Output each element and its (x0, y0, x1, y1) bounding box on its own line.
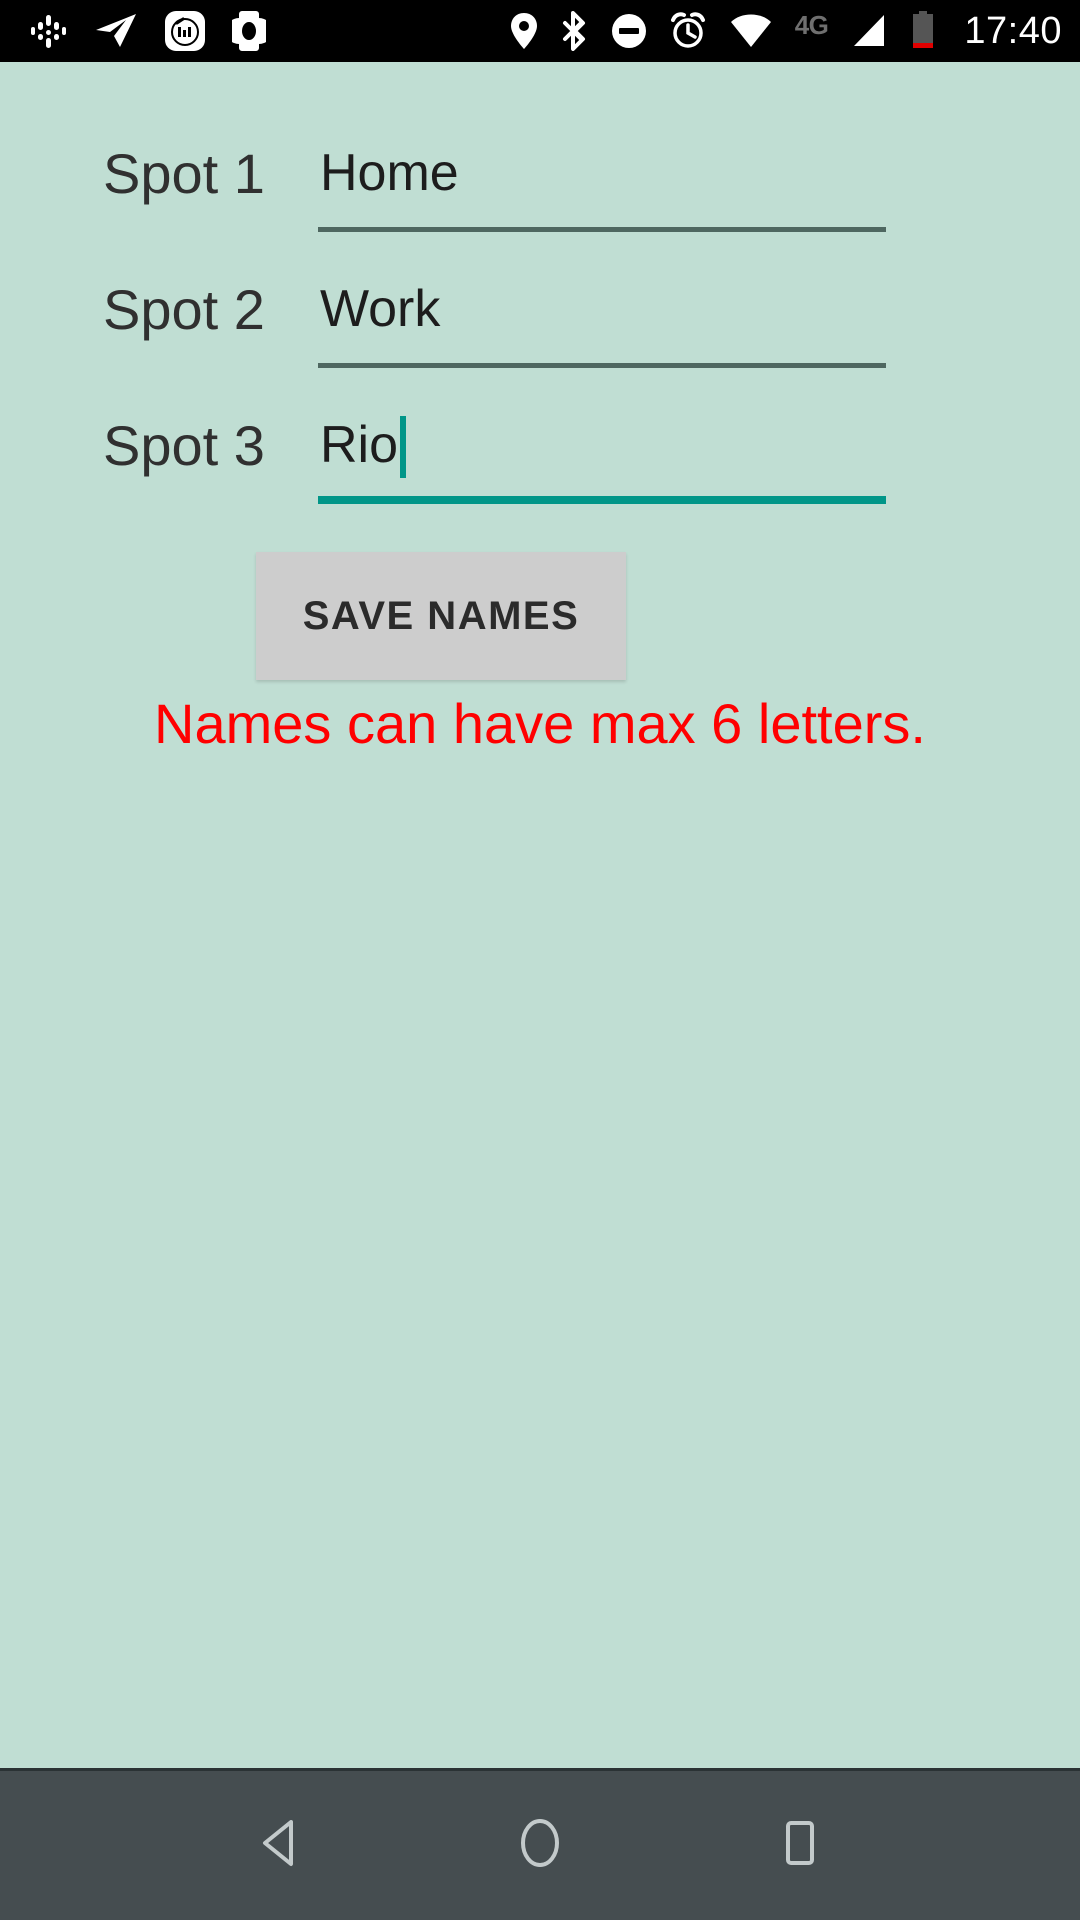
error-message: Names can have max 6 letters. (154, 692, 926, 755)
mi-band-icon (226, 10, 272, 52)
location-icon (509, 11, 539, 51)
home-circle-icon (509, 1812, 571, 1879)
bluetooth-icon (561, 11, 589, 51)
form-row-spot-3: Spot 3 Rio (0, 412, 1080, 504)
spot-2-value[interactable]: Work (320, 276, 440, 342)
spot-3-label: Spot 3 (103, 414, 265, 477)
battery-low-icon (910, 11, 936, 51)
back-button[interactable] (220, 1786, 340, 1906)
spot-2-underline (318, 363, 886, 368)
status-bar-notifications (28, 10, 272, 52)
phone-screen: 4G 17:40 Spot 1 Home Spot 2 Work Spot 3 … (0, 0, 1080, 1920)
spot-3-field[interactable]: Rio (318, 412, 886, 504)
spot-1-underline (318, 227, 886, 232)
spot-3-underline (318, 496, 886, 504)
home-button[interactable] (480, 1786, 600, 1906)
spot-1-label: Spot 1 (103, 142, 265, 205)
status-bar-clock: 17:40 (964, 10, 1062, 52)
text-caret (400, 416, 407, 478)
spot-1-field[interactable]: Home (318, 140, 886, 232)
status-bar: 4G 17:40 (0, 0, 1080, 62)
spot-3-value-wrapper[interactable]: Rio (320, 412, 407, 478)
mi-fit-icon (164, 10, 206, 52)
spot-2-field[interactable]: Work (318, 276, 886, 368)
spot-1-value[interactable]: Home (320, 140, 459, 206)
main-content: Spot 1 Home Spot 2 Work Spot 3 Rio SAVE … (0, 62, 1080, 1768)
save-names-button[interactable]: SAVE NAMES (256, 552, 626, 680)
spot-2-label: Spot 2 (103, 278, 265, 341)
network-type-label: 4G (794, 10, 829, 40)
form-row-spot-2: Spot 2 Work (0, 276, 1080, 368)
recents-button[interactable] (740, 1786, 860, 1906)
android-navigation-bar (0, 1768, 1080, 1920)
status-bar-system: 4G 17:40 (509, 11, 1062, 51)
form-row-spot-1: Spot 1 Home (0, 140, 1080, 232)
podcast-icon (28, 11, 68, 51)
back-triangle-icon (249, 1812, 311, 1879)
recents-square-icon (769, 1812, 831, 1879)
telegram-icon (94, 11, 138, 51)
spot-3-value[interactable]: Rio (320, 412, 398, 478)
save-names-button-label: SAVE NAMES (302, 593, 580, 638)
cellular-signal-icon (850, 13, 888, 49)
alarm-icon (669, 12, 707, 50)
wifi-icon (729, 13, 773, 49)
do-not-disturb-icon (611, 13, 647, 49)
